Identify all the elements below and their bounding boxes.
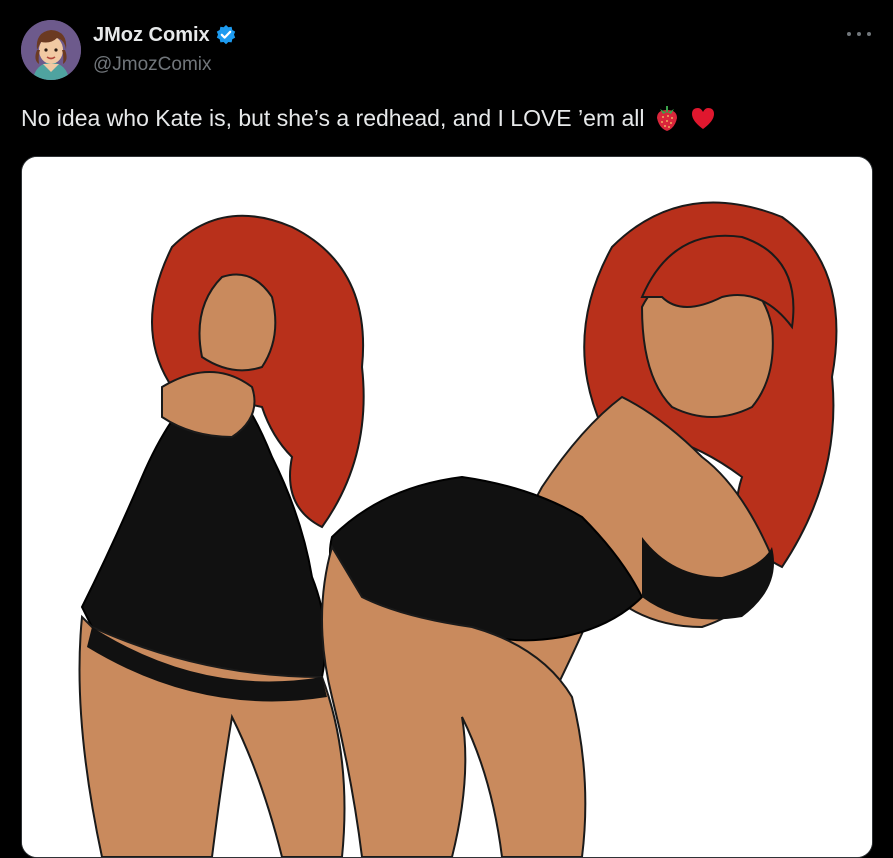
author-display-name[interactable]: JMoz Comix <box>93 24 210 47</box>
author-handle[interactable]: @JmozComix <box>93 54 237 76</box>
tweet-body: No idea who Kate is, but she’s a redhead… <box>21 104 717 132</box>
tweet-text: No idea who Kate is, but she’s a redhead… <box>21 104 645 131</box>
strawberry-icon <box>653 104 681 132</box>
tweet-author-avatar[interactable] <box>21 20 81 80</box>
avatar-illustration <box>21 20 81 80</box>
more-dot <box>847 32 851 36</box>
verified-badge-icon[interactable] <box>215 24 237 46</box>
more-dot <box>867 32 871 36</box>
more-dot <box>857 32 861 36</box>
more-options-icon[interactable] <box>847 28 871 40</box>
tweet-author-info: JMoz Comix @JmozComix <box>93 22 237 76</box>
red-heart-icon <box>689 104 717 132</box>
tweet-media-image[interactable] <box>21 156 873 858</box>
cartoon-artwork-image <box>22 157 872 857</box>
author-name-row: JMoz Comix <box>93 22 237 48</box>
